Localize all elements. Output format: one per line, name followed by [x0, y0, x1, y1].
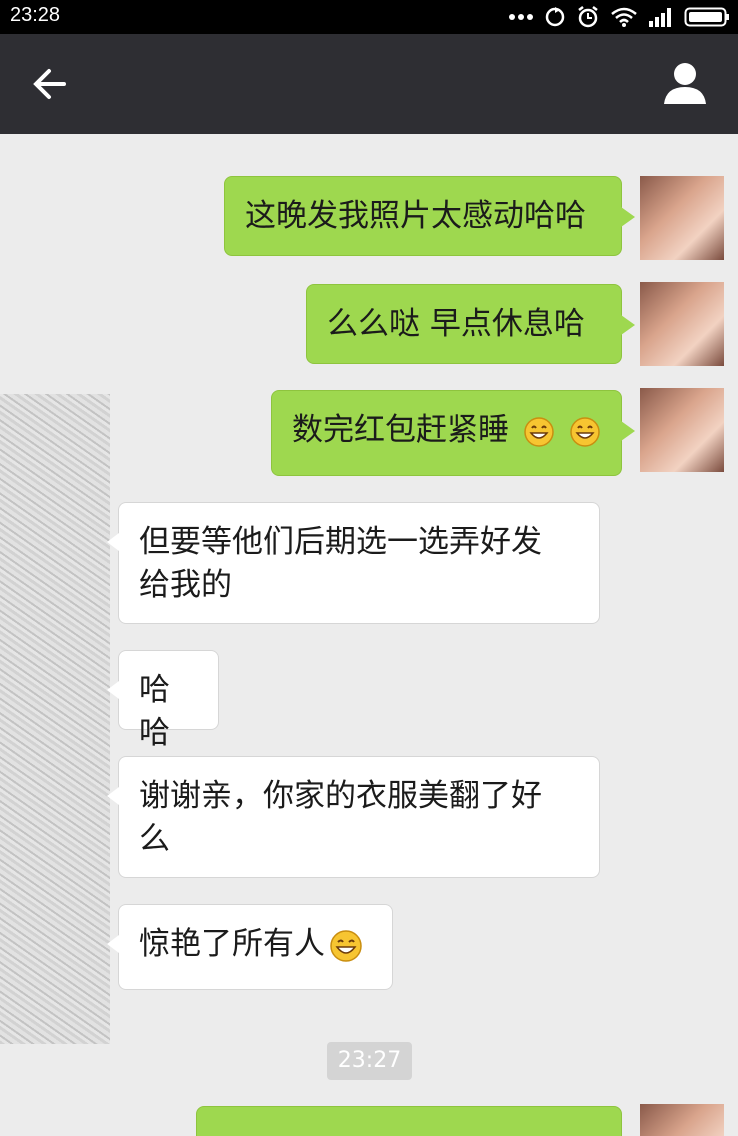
grin-emoji-icon [569, 416, 600, 447]
signal-icon [649, 8, 671, 27]
message-line: 但要等他们后期选一选弄好发 [139, 524, 542, 560]
message-row: 数完红包赶紧睡 [0, 388, 738, 478]
back-arrow-icon[interactable] [28, 62, 72, 106]
message-line: 给我的 [139, 567, 232, 603]
avatar[interactable] [640, 282, 724, 366]
timestamp-label: 23:27 [327, 1042, 412, 1080]
battery-icon [684, 7, 729, 27]
message-row: 么么哒 早点休息哈 [0, 282, 738, 372]
chat-area[interactable]: 这晚发我照片太感动哈哈 么么哒 早点休息哈 数完红包赶紧睡 但要等他们后期选一选… [0, 134, 738, 1136]
sent-bubble[interactable] [196, 1106, 622, 1136]
alarm-icon [578, 6, 598, 28]
received-bubble[interactable]: 哈哈 [107, 650, 219, 751]
title-bar [0, 34, 738, 134]
message-row: 这晚发我照片太感动哈哈 [0, 174, 738, 264]
message-text: 么么哒 早点休息哈 [327, 306, 585, 342]
avatar[interactable] [640, 1104, 724, 1136]
received-bubble[interactable]: 谢谢亲，你家的衣服美翻了好 么 [107, 756, 600, 878]
message-text: 数完红包赶紧睡 [292, 412, 509, 448]
status-time: 23:28 [10, 4, 61, 26]
sent-bubble[interactable]: 么么哒 早点休息哈 [306, 284, 635, 364]
received-bubble[interactable]: 但要等他们后期选一选弄好发 给我的 [107, 502, 600, 624]
sent-bubble[interactable]: 数完红包赶紧睡 [271, 390, 635, 476]
avatar[interactable] [640, 388, 724, 472]
grin-emoji-icon [330, 929, 362, 962]
sent-bubble[interactable]: 这晚发我照片太感动哈哈 [224, 176, 635, 256]
message-text: 这晚发我照片太感动哈哈 [245, 198, 586, 234]
sync-icon [545, 7, 565, 27]
redaction-scribble [0, 394, 110, 1044]
message-line: 么 [139, 821, 170, 857]
message-line: 谢谢亲，你家的衣服美翻了好 [139, 778, 542, 814]
grin-emoji-icon [524, 416, 554, 447]
avatar[interactable] [640, 176, 724, 260]
message-text: 哈哈 [139, 672, 170, 751]
person-icon[interactable] [662, 60, 708, 106]
wifi-icon [611, 7, 637, 27]
received-bubble[interactable]: 惊艳了所有人 [107, 904, 393, 990]
status-bar: 23:28 [0, 0, 738, 34]
more-dots-icon [509, 14, 533, 20]
message-text: 惊艳了所有人 [139, 926, 325, 962]
status-icons [508, 3, 730, 31]
